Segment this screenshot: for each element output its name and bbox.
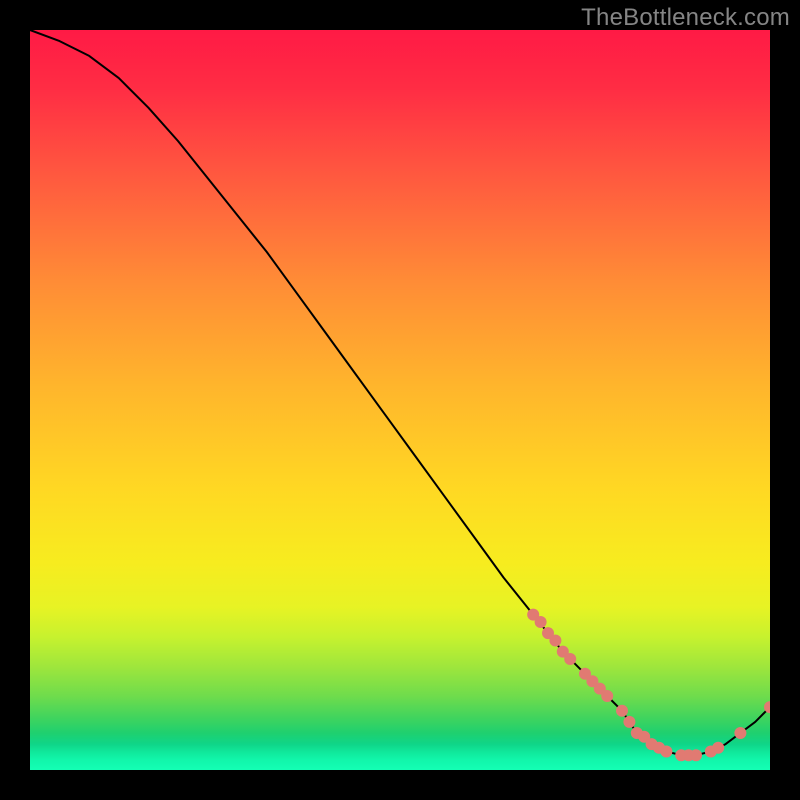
chart-frame: TheBottleneck.com bbox=[0, 0, 800, 800]
chart-svg bbox=[30, 30, 770, 770]
marker-dot bbox=[616, 705, 628, 717]
marker-dot bbox=[549, 635, 561, 647]
bottleneck-curve bbox=[30, 30, 770, 755]
watermark-text: TheBottleneck.com bbox=[581, 4, 790, 32]
marker-dot bbox=[564, 653, 576, 665]
marker-dot bbox=[660, 746, 672, 758]
marker-dot bbox=[535, 616, 547, 628]
marker-dot bbox=[623, 716, 635, 728]
marker-dot bbox=[601, 690, 613, 702]
marker-dot bbox=[712, 742, 724, 754]
plot-area bbox=[30, 30, 770, 770]
marker-dot bbox=[734, 727, 746, 739]
marker-dot bbox=[690, 749, 702, 761]
